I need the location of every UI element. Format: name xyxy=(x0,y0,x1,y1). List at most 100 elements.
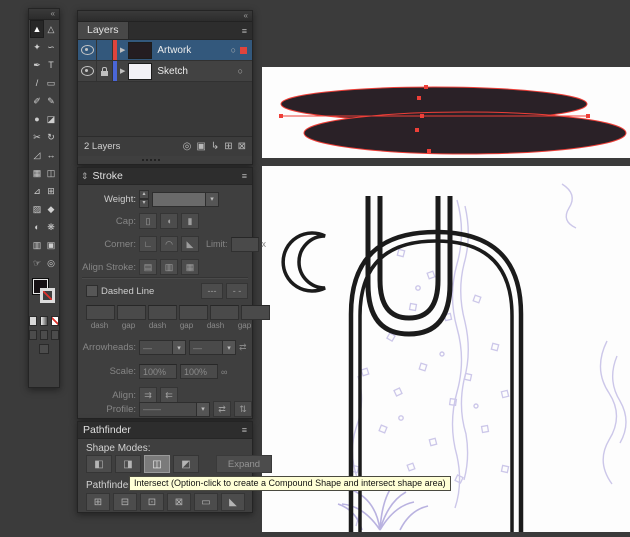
tool-width[interactable]: ↔ xyxy=(44,146,58,164)
crescent-moon-shape[interactable] xyxy=(281,231,326,293)
cap-butt-button[interactable]: ▯ xyxy=(139,213,157,229)
tool-rotate[interactable]: ↻ xyxy=(44,128,58,146)
tool-scale[interactable]: ◿ xyxy=(30,146,44,164)
delete-layer-icon[interactable]: ⊠ xyxy=(238,141,246,152)
tab-layers[interactable]: Layers xyxy=(78,22,129,39)
visibility-toggle[interactable] xyxy=(78,40,97,60)
panel-menu-icon[interactable]: ≡ xyxy=(242,171,252,181)
expand-sections-icon[interactable]: ⇕ xyxy=(78,171,92,182)
stroke-swatch-none[interactable] xyxy=(40,288,55,303)
merge-button[interactable]: ⊡ xyxy=(140,493,164,511)
weight-stepper[interactable]: ▴ ▾ xyxy=(139,190,149,208)
layers-collapse-bar[interactable]: « xyxy=(78,11,252,22)
arrowhead-end-dropdown[interactable]: — ▾ xyxy=(189,340,236,355)
gradient-button[interactable] xyxy=(40,316,48,326)
arrowhead-start-dropdown[interactable]: — ▾ xyxy=(139,340,186,355)
swap-arrowheads-icon[interactable]: ⇄ xyxy=(239,342,247,353)
selection-indicator[interactable] xyxy=(240,46,247,54)
target-circle-icon[interactable]: ○ xyxy=(238,66,243,76)
dropdown-icon[interactable]: ▾ xyxy=(173,340,186,355)
tool-scissors[interactable]: ✂ xyxy=(30,128,44,146)
tool-column-graph[interactable]: ▥ xyxy=(30,236,44,254)
dropdown-icon[interactable]: ▾ xyxy=(206,191,219,207)
panel-menu-icon[interactable]: ≡ xyxy=(242,26,252,36)
minus-front-button[interactable]: ◨ xyxy=(115,455,141,473)
scale-start-field[interactable]: 100% xyxy=(139,364,177,379)
tool-type[interactable]: T xyxy=(44,56,58,74)
panel-resize-grip[interactable] xyxy=(142,159,160,161)
screen-mode-button[interactable] xyxy=(39,344,49,354)
link-scale-icon[interactable]: ∞ xyxy=(221,367,227,377)
align-outside-button[interactable]: ▦ xyxy=(181,259,199,275)
panel-title[interactable]: Pathfinder xyxy=(78,424,131,436)
selected-ellipses-artwork[interactable] xyxy=(262,67,630,158)
color-button[interactable] xyxy=(29,316,37,326)
tool-line-segment[interactable]: / xyxy=(30,74,44,92)
tool-hand[interactable]: ☞ xyxy=(30,254,44,272)
expand-triangle-icon[interactable]: ▶ xyxy=(117,67,128,75)
draw-normal-button[interactable] xyxy=(29,330,37,340)
layer-name[interactable]: Artwork xyxy=(157,45,191,56)
tool-rectangle[interactable]: ▭ xyxy=(44,74,58,92)
intersect-button[interactable]: ◫ xyxy=(144,455,170,473)
tool-direct-selection[interactable]: △ xyxy=(44,20,58,38)
corner-bevel-button[interactable]: ◣ xyxy=(181,236,199,252)
new-layer-icon[interactable]: ⊞ xyxy=(224,141,232,152)
tool-eraser[interactable]: ◪ xyxy=(44,110,58,128)
align-inside-button[interactable]: ▥ xyxy=(160,259,178,275)
visibility-toggle[interactable] xyxy=(78,61,97,81)
flip-along-button[interactable]: ⇄ xyxy=(213,401,231,417)
step-down-icon[interactable]: ▾ xyxy=(139,199,149,208)
toolbar-collapse-bar[interactable]: « xyxy=(29,9,59,20)
tool-paintbrush[interactable]: ✐ xyxy=(30,92,44,110)
tool-pencil[interactable]: ✎ xyxy=(44,92,58,110)
tool-shape-builder[interactable]: ◫ xyxy=(44,164,58,182)
lock-toggle[interactable] xyxy=(97,40,113,60)
gap-field-3[interactable] xyxy=(241,305,270,320)
profile-dropdown[interactable]: —— ▾ xyxy=(139,401,210,417)
draw-behind-button[interactable] xyxy=(40,330,48,340)
unite-button[interactable]: ◧ xyxy=(86,455,112,473)
align-center-button[interactable]: ▤ xyxy=(139,259,157,275)
panel-title[interactable]: Stroke xyxy=(92,170,123,182)
tool-selection[interactable]: ▲ xyxy=(30,20,44,38)
collapse-icon[interactable]: « xyxy=(244,11,248,20)
layer-thumbnail[interactable] xyxy=(128,62,153,80)
align-dash-button[interactable]: - - xyxy=(226,283,248,299)
layer-row-sketch[interactable]: ▶ Sketch ○ xyxy=(78,61,252,82)
tool-symbol-sprayer[interactable]: ❋ xyxy=(44,218,58,236)
step-up-icon[interactable]: ▴ xyxy=(139,190,149,199)
dropdown-icon[interactable]: ▾ xyxy=(197,401,210,417)
tool-gradient[interactable]: ▨ xyxy=(30,200,44,218)
minus-back-button[interactable]: ◣ xyxy=(221,493,245,511)
gap-field-2[interactable] xyxy=(179,305,208,320)
layer-thumbnail[interactable] xyxy=(128,41,153,59)
dropdown-icon[interactable]: ▾ xyxy=(223,340,236,355)
corner-miter-button[interactable]: ∟ xyxy=(139,236,157,252)
expand-triangle-icon[interactable]: ▶ xyxy=(117,46,128,54)
weight-combo[interactable]: ▾ xyxy=(152,191,219,207)
panel-menu-icon[interactable]: ≡ xyxy=(242,425,252,435)
tool-blend[interactable]: ◐ xyxy=(30,218,44,236)
expand-button[interactable]: Expand xyxy=(216,455,272,473)
lock-toggle[interactable] xyxy=(97,61,113,81)
artboard-top[interactable] xyxy=(262,67,630,158)
weight-value[interactable] xyxy=(152,191,206,207)
none-button[interactable] xyxy=(51,316,59,326)
target-circle-icon[interactable]: ○ xyxy=(231,45,236,55)
tool-pen[interactable]: ✒ xyxy=(30,56,44,74)
tool-zoom[interactable]: ◎ xyxy=(44,254,58,272)
locate-object-icon[interactable]: ◎ xyxy=(183,141,192,152)
clipping-mask-icon[interactable]: ▣ xyxy=(196,141,205,152)
new-sublayer-icon[interactable]: ↳ xyxy=(211,141,219,152)
corner-round-button[interactable]: ◠ xyxy=(160,236,178,252)
tool-artboard[interactable]: ▣ xyxy=(44,236,58,254)
tool-lasso[interactable]: ∽ xyxy=(44,38,58,56)
trim-button[interactable]: ⊟ xyxy=(113,493,137,511)
dash-field-3[interactable] xyxy=(210,305,239,320)
collapse-icon[interactable]: « xyxy=(51,9,55,18)
draw-inside-button[interactable] xyxy=(51,330,59,340)
tool-free-transform[interactable]: ▦ xyxy=(30,164,44,182)
cap-round-button[interactable]: ◖ xyxy=(160,213,178,229)
crop-button[interactable]: ⊠ xyxy=(167,493,191,511)
